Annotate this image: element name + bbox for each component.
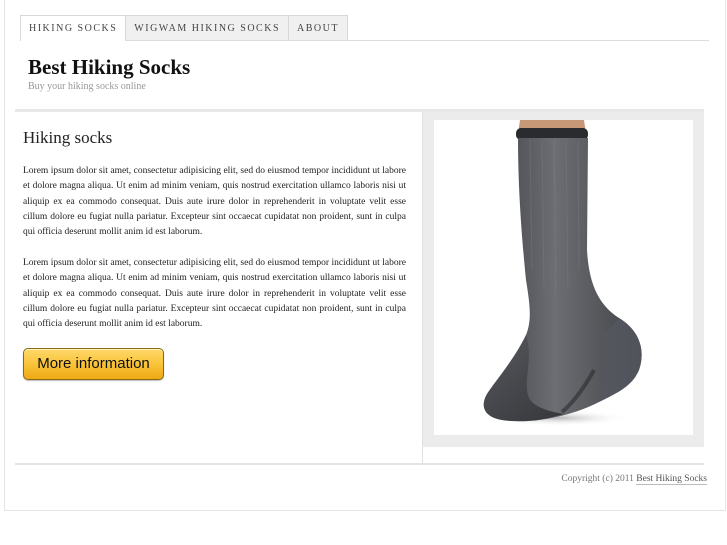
column-divider	[422, 447, 423, 463]
footer-site-link[interactable]: Best Hiking Socks	[636, 474, 707, 485]
footer-divider	[15, 463, 704, 465]
main-navigation: HIKING SOCKS WIGWAM HIKING SOCKS ABOUT	[20, 15, 709, 41]
more-information-button[interactable]: More information	[23, 348, 164, 380]
content-paragraph: Lorem ipsum dolor sit amet, consectetur …	[23, 166, 406, 238]
footer: Copyright (c) 2011 Best Hiking Socks	[561, 474, 707, 485]
main-content: Hiking socks Lorem ipsum dolor sit amet,…	[15, 112, 423, 462]
copyright-text: Copyright (c) 2011	[561, 474, 634, 484]
site-title[interactable]: Best Hiking Socks	[28, 55, 190, 80]
content-paragraph: Lorem ipsum dolor sit amet, consectetur …	[23, 258, 406, 330]
sidebar	[423, 112, 704, 447]
product-image	[434, 120, 693, 435]
nav-tab-wigwam-hiking-socks[interactable]: WIGWAM HIKING SOCKS	[126, 15, 290, 40]
site-tagline: Buy your hiking socks online	[28, 81, 146, 92]
nav-tab-hiking-socks[interactable]: HIKING SOCKS	[20, 15, 127, 41]
sock-photo	[483, 120, 642, 426]
nav-tab-about[interactable]: ABOUT	[289, 15, 348, 40]
content-heading: Hiking socks	[23, 128, 113, 147]
